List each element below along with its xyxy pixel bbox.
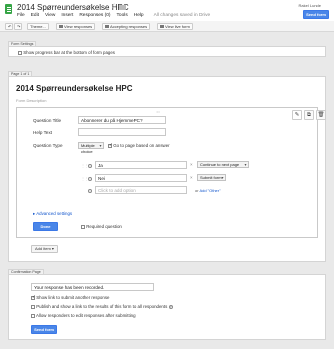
undo-button[interactable]: ↶ <box>5 23 13 30</box>
pencil-icon: ✎ <box>294 112 300 118</box>
option-radio <box>88 177 92 181</box>
live-form-icon <box>160 25 164 29</box>
form-description[interactable]: Form Description <box>16 98 46 103</box>
add-item-button[interactable]: Add item ▾ <box>31 245 58 253</box>
user-name[interactable]: Rakel Lunde <box>299 3 321 8</box>
allow-edit-checkbox[interactable] <box>31 313 35 318</box>
chevron-down-icon: ▾ <box>51 246 54 251</box>
menu-insert[interactable]: Insert <box>61 13 73 18</box>
view-responses-button[interactable]: View responses <box>56 23 96 30</box>
undo-icon: ↶ <box>8 24 12 29</box>
question-editor <box>16 107 318 238</box>
add-other-link[interactable]: Add "Other" <box>199 188 220 193</box>
star-icon[interactable]: ☆ <box>111 3 117 10</box>
go-to-page-option[interactable]: Go to page based on answer <box>108 143 170 148</box>
menu-tools[interactable]: Tools <box>117 13 128 18</box>
form-title[interactable]: 2014 Spørreundersøkelse HPC <box>16 84 133 93</box>
question-title-input[interactable]: Abonnerer du på HjemmePC? <box>78 116 166 124</box>
menu-file[interactable]: File <box>17 13 25 18</box>
option-radio <box>88 164 92 168</box>
duplicate-question-button[interactable]: ⧉ <box>304 110 314 120</box>
publish-results-option[interactable]: Publish and show a link to the results o… <box>31 304 173 309</box>
drag-handle[interactable]: :::::: <box>156 109 160 114</box>
show-link-option[interactable]: Show link to submit another response <box>31 295 109 300</box>
confirmation-message-input[interactable]: Your response has been recorded. <box>31 283 154 291</box>
question-type-select[interactable]: Multiple choice <box>78 142 104 154</box>
triangle-right-icon: ▸ <box>33 211 36 216</box>
menu-bar: File Edit View Insert Responses (0) Tool… <box>17 13 210 18</box>
progress-bar-checkbox[interactable] <box>18 50 22 55</box>
folder-icon[interactable] <box>119 4 126 10</box>
required-question-option[interactable]: Required question <box>81 224 122 229</box>
responses-icon <box>59 25 63 29</box>
help-text-input[interactable] <box>78 128 166 136</box>
option-target-select-nei[interactable]: Submit form <box>197 174 226 181</box>
done-button[interactable]: Done <box>33 222 58 231</box>
accepting-icon <box>105 25 109 29</box>
toolbar: ↶ ↷ Theme... View responses Accepting re… <box>0 21 334 32</box>
advanced-settings-link[interactable]: ▸ Advanced settings <box>33 211 72 217</box>
required-checkbox[interactable] <box>81 224 85 229</box>
menu-responses[interactable]: Responses (0) <box>79 13 110 18</box>
remove-option-icon[interactable]: × <box>190 162 193 167</box>
duplicate-icon: ⧉ <box>307 112 311 118</box>
option-drag-handle[interactable]: ⋮⋮ <box>81 176 89 181</box>
remove-option-icon[interactable]: × <box>190 175 193 180</box>
help-text-label: Help Text <box>33 130 53 135</box>
question-title-label: Question Title <box>33 118 62 123</box>
view-live-form-button[interactable]: View live form <box>157 23 193 30</box>
accepting-responses-button[interactable]: Accepting responses <box>102 23 151 30</box>
send-form-button[interactable]: Send form <box>303 10 329 19</box>
forms-logo-icon <box>5 4 12 14</box>
save-status: All changes saved in Drive <box>153 13 211 18</box>
help-icon[interactable]: ? <box>168 304 173 309</box>
trash-icon: 🗑 <box>317 112 325 118</box>
show-link-checkbox[interactable] <box>31 295 36 300</box>
menu-view[interactable]: View <box>45 13 55 18</box>
progress-bar-option[interactable]: Show progress bar at the bottom of form … <box>18 50 115 55</box>
add-option-input[interactable]: Click to add option <box>95 186 187 194</box>
option-target-select-ja[interactable]: Continue to next page <box>197 161 249 168</box>
option-radio <box>88 189 92 193</box>
option-drag-handle[interactable]: ⋮⋮ <box>81 163 89 168</box>
menu-help[interactable]: Help <box>134 13 144 18</box>
menu-edit[interactable]: Edit <box>31 13 39 18</box>
send-form-bottom-button[interactable]: Send form <box>31 325 57 334</box>
publish-results-checkbox[interactable] <box>31 304 35 309</box>
allow-edit-option[interactable]: Allow responders to edit responses after… <box>31 313 136 318</box>
edit-question-button[interactable]: ✎ <box>292 110 302 120</box>
question-type-label: Question Type <box>33 143 63 148</box>
add-other-row: or Add "Other" <box>195 188 221 193</box>
option-input-ja[interactable]: Ja <box>95 161 187 169</box>
redo-button[interactable]: ↷ <box>14 23 22 30</box>
option-input-nei[interactable]: Nei <box>95 174 187 182</box>
redo-icon: ↷ <box>17 24 21 29</box>
go-to-page-checkbox[interactable] <box>108 143 113 148</box>
form-settings-panel: Show progress bar at the bottom of form … <box>8 46 326 57</box>
theme-button[interactable]: Theme... <box>27 23 49 30</box>
delete-question-button[interactable]: 🗑 <box>316 110 326 120</box>
